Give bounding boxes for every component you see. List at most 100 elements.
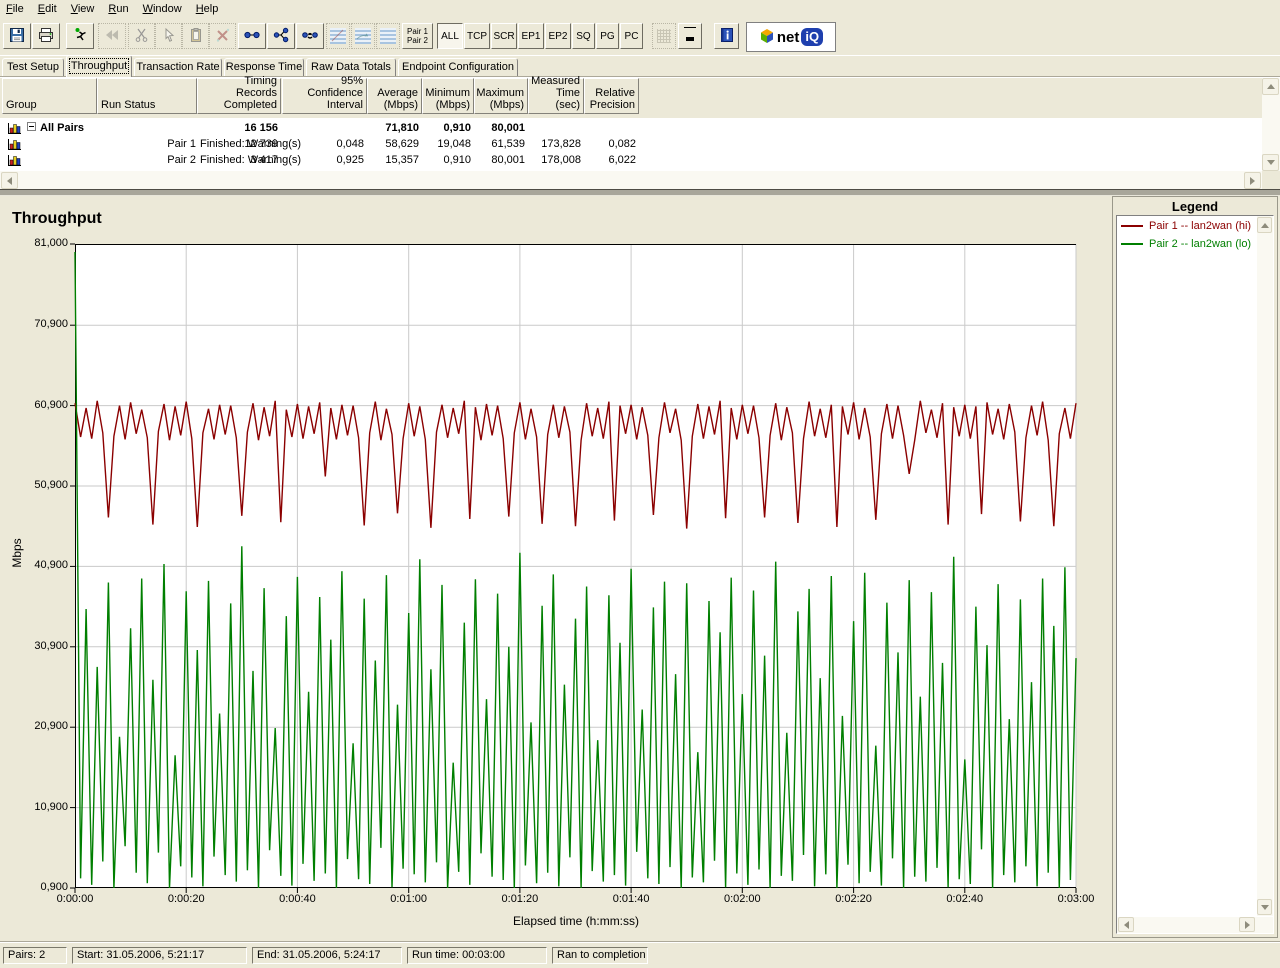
add-multicast-button[interactable]	[296, 23, 324, 49]
menu-help[interactable]: Help	[190, 1, 227, 17]
netiq-logo: net iQ	[746, 22, 836, 52]
legend-entry: Pair 2 -- lan2wan (lo)	[1121, 236, 1273, 252]
filter-button-sq[interactable]: SQ	[572, 23, 595, 49]
pane-splitter[interactable]	[0, 189, 1280, 196]
x-tick-label: 0:01:40	[598, 893, 664, 905]
column-header-timing-records[interactable]: Timing Records Completed	[197, 78, 281, 114]
legend-entry-label: Pair 2 -- lan2wan (lo)	[1149, 238, 1251, 250]
filter-button-pg[interactable]: PG	[596, 23, 619, 49]
y-tick-label: 70,900	[4, 318, 68, 330]
scroll-down-button[interactable]	[1262, 154, 1279, 171]
filter-button-label: SCR	[493, 31, 514, 42]
table-row-pair-2[interactable]: Pair 2Finished: Warning(s)3 4170,92515,3…	[0, 152, 1262, 168]
pattern-tool-button[interactable]	[652, 23, 676, 49]
column-header-relative[interactable]: Relative Precision	[584, 78, 639, 114]
pair-tool-disabled-3[interactable]	[376, 23, 400, 49]
menu-window[interactable]: Window	[137, 1, 190, 17]
scroll-up-button[interactable]	[1262, 78, 1279, 95]
menu-file[interactable]: File	[0, 1, 32, 17]
legend-vertical-scrollbar[interactable]	[1257, 216, 1273, 916]
tab-transaction-rate[interactable]: Transaction Rate	[134, 58, 222, 76]
filter-button-pc[interactable]: PC	[620, 23, 643, 49]
checkered-red-icon	[330, 28, 346, 44]
y-tick-label: 30,900	[4, 640, 68, 652]
filter-button-label: TCP	[467, 31, 487, 42]
x-axis-label: Elapsed time (h:mm:ss)	[486, 914, 666, 928]
tab-raw-data-totals[interactable]: Raw Data Totals	[306, 58, 396, 76]
pair-list-button[interactable]: Pair 1Pair 2	[402, 23, 433, 49]
menu-run[interactable]: Run	[102, 1, 136, 17]
menu-view[interactable]: View	[65, 1, 103, 17]
legend-line-swatch	[1121, 243, 1143, 245]
add-group-icon	[273, 27, 289, 46]
pointer-icon	[161, 27, 177, 46]
filter-button-all[interactable]: ALL	[437, 23, 463, 49]
x-tick-label: 0:01:20	[487, 893, 553, 905]
filter-button-ep1[interactable]: EP1	[518, 23, 544, 49]
legend-scroll-up-button[interactable]	[1257, 217, 1272, 233]
filter-button-tcp[interactable]: TCP	[464, 23, 490, 49]
add-group-button[interactable]	[267, 23, 295, 49]
y-tick-label: 81,000	[4, 237, 68, 249]
paste-button[interactable]	[182, 23, 209, 49]
report-lines-button[interactable]	[678, 23, 702, 49]
legend-scroll-right-button[interactable]	[1239, 917, 1255, 932]
copy-button[interactable]	[155, 23, 182, 49]
tab-throughput[interactable]: Throughput	[66, 55, 132, 77]
results-table-body: All Pairs16 15671,8100,91080,001Pair 1Fi…	[0, 118, 1262, 171]
pair-tool-disabled-1[interactable]	[326, 23, 350, 49]
scroll-left-button[interactable]	[1, 172, 18, 189]
add-pair-button[interactable]	[238, 23, 266, 49]
y-tick-label: 60,900	[4, 399, 68, 411]
x-tick-label: 0:00:20	[153, 893, 219, 905]
help-info-button[interactable]	[714, 23, 739, 49]
legend-scroll-left-button[interactable]	[1118, 917, 1134, 932]
menu-edit[interactable]: Edit	[32, 1, 65, 17]
table-row-pair-1[interactable]: Pair 1Finished: Warning(s)12 7390,04858,…	[0, 136, 1262, 152]
tab-endpoint-configuration[interactable]: Endpoint Configuration	[398, 58, 518, 76]
table-horizontal-scrollbar[interactable]	[0, 171, 1262, 190]
legend-line-swatch	[1121, 225, 1143, 227]
rewind-button[interactable]	[98, 23, 126, 49]
scroll-right-button[interactable]	[1244, 172, 1261, 189]
pair-tool-disabled-2[interactable]	[351, 23, 375, 49]
column-header-average[interactable]: Average (Mbps)	[367, 78, 422, 114]
group-label: All Pairs	[40, 122, 84, 134]
run-test-button[interactable]	[66, 23, 94, 49]
column-header-maximum[interactable]: Maximum (Mbps)	[474, 78, 528, 114]
add-multicast-icon	[302, 27, 318, 46]
cell-value: 12 739	[188, 138, 278, 150]
dot-pattern-icon	[657, 29, 671, 43]
column-header-95-confidence[interactable]: 95% Confidence Interval	[282, 78, 367, 114]
x-tick-label: 0:02:20	[821, 893, 887, 905]
filter-button-scr[interactable]: SCR	[491, 23, 517, 49]
legend-entry-label: Pair 1 -- lan2wan (hi)	[1149, 220, 1251, 232]
tab-response-time[interactable]: Response Time	[224, 58, 304, 76]
delete-button[interactable]	[209, 23, 236, 49]
collapse-expander[interactable]	[27, 122, 36, 131]
print-button[interactable]	[32, 23, 60, 49]
table-vertical-scrollbar[interactable]	[1262, 78, 1280, 171]
filter-button-ep2[interactable]: EP2	[545, 23, 571, 49]
table-row-all-pairs[interactable]: All Pairs16 15671,8100,91080,001	[0, 120, 1262, 136]
legend-listbox[interactable]: Pair 1 -- lan2wan (hi) Pair 2 -- lan2wan …	[1116, 215, 1274, 934]
cut-button[interactable]	[128, 23, 155, 49]
filter-button-label: PG	[600, 31, 614, 42]
save-button[interactable]	[3, 23, 31, 49]
status-cell-2: End: 31.05.2006, 5:24:17	[252, 947, 402, 964]
cut-icon	[134, 27, 150, 46]
column-header-measured[interactable]: Measured Time (sec)	[528, 78, 584, 114]
cell-value: 3 417	[188, 154, 278, 166]
column-header-group[interactable]: Group	[2, 78, 97, 114]
legend-horizontal-scrollbar[interactable]	[1117, 917, 1273, 933]
filter-button-label: SQ	[576, 31, 590, 42]
legend-scroll-down-button[interactable]	[1257, 899, 1272, 915]
pair-list-label: Pair 1Pair 2	[407, 27, 428, 45]
tab-test-setup[interactable]: Test Setup	[2, 58, 64, 76]
column-header-run-status[interactable]: Run Status	[97, 78, 197, 114]
column-header-minimum[interactable]: Minimum (Mbps)	[422, 78, 474, 114]
x-tick-label: 0:03:00	[1043, 893, 1109, 905]
status-cell-1: Start: 31.05.2006, 5:21:17	[72, 947, 247, 964]
checkered-icon	[380, 28, 396, 44]
pair-chart-icon	[7, 154, 22, 170]
